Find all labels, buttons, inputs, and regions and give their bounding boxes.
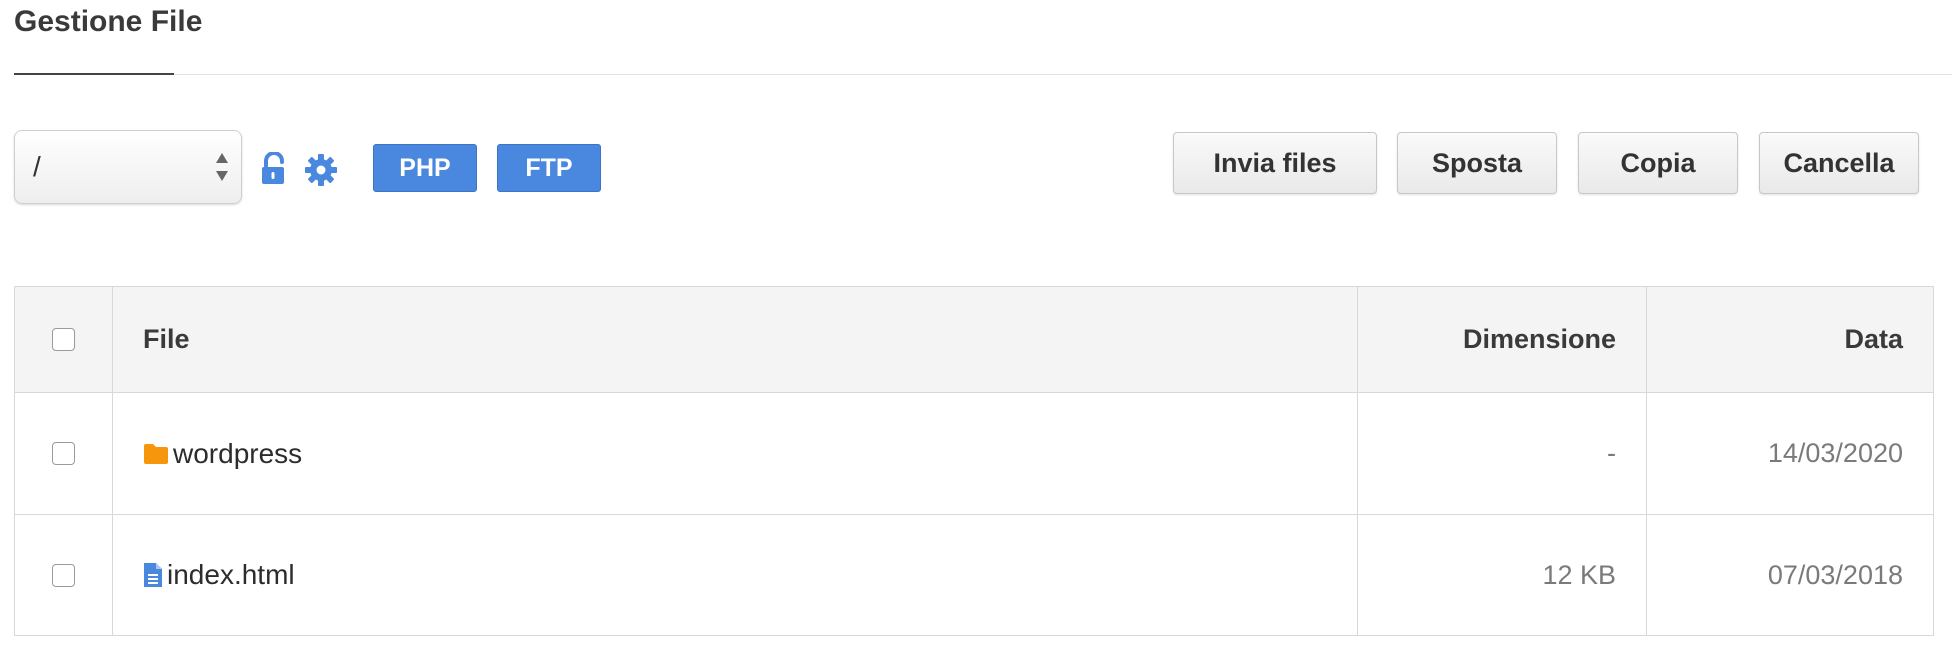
path-select-value: / [33,151,41,182]
folder-icon [144,443,168,464]
upload-files-button[interactable]: Invia files [1173,132,1377,194]
file-icon [144,563,162,587]
file-date-cell: 07/03/2018 [1647,515,1933,635]
file-size: 12 KB [1542,559,1616,590]
ftp-button[interactable]: FTP [497,144,601,192]
select-all-cell [15,287,113,392]
file-table: File Dimensione Data wordpress - 14/03/2… [14,286,1934,636]
title-underline [14,73,174,75]
row-check-cell [15,515,113,635]
select-arrows-icon [216,153,228,181]
select-all-checkbox[interactable] [52,328,75,351]
gear-icon[interactable] [304,153,338,187]
column-header-size[interactable]: Dimensione [1358,287,1647,392]
column-header-date[interactable]: Data [1647,287,1933,392]
php-button[interactable]: PHP [373,144,477,192]
file-size-cell: 12 KB [1358,515,1647,635]
title-divider [14,74,1952,75]
file-date: 14/03/2020 [1767,438,1903,468]
copy-button[interactable]: Copia [1578,132,1738,194]
table-header: File Dimensione Data [15,287,1933,393]
row-checkbox[interactable] [52,563,75,587]
file-name[interactable]: index.html [167,559,295,591]
page-title: Gestione File [14,5,203,38]
row-checkbox[interactable] [52,442,75,465]
table-row[interactable]: wordpress - 14/03/2020 [15,393,1933,515]
file-size-cell: - [1358,393,1647,514]
table-row[interactable]: index.html 12 KB 07/03/2018 [15,515,1933,635]
path-select[interactable]: / [14,130,242,204]
delete-button[interactable]: Cancella [1759,132,1919,194]
file-date-cell: 14/03/2020 [1647,393,1933,514]
file-date: 07/03/2018 [1767,559,1903,590]
file-name[interactable]: wordpress [173,438,302,470]
row-check-cell [15,393,113,514]
column-header-file[interactable]: File [113,287,1358,392]
file-name-cell[interactable]: wordpress [113,393,1358,514]
file-name-cell[interactable]: index.html [113,515,1358,635]
file-size: - [1607,438,1616,468]
move-button[interactable]: Sposta [1397,132,1557,194]
lock-open-icon[interactable] [260,152,288,186]
